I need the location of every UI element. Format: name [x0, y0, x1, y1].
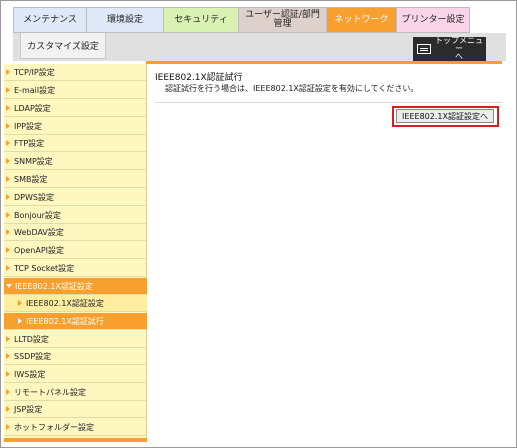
sidebar-item-ftp[interactable]: FTP設定 [4, 135, 147, 152]
sidebar-item-label: ホットフォルダー設定 [14, 422, 94, 432]
sidebar-item-ipp[interactable]: IPP設定 [4, 118, 147, 135]
tab-user-auth[interactable]: ユーザー認証/部門 管理 [238, 7, 326, 33]
arrow-icon [6, 123, 10, 129]
arrow-icon [6, 140, 10, 146]
sidebar-item-remote-panel[interactable]: リモートパネル設定 [4, 384, 147, 401]
sidebar-item-label: LDAP設定 [14, 103, 51, 113]
tab-label: ユーザー認証/部門 管理 [245, 10, 320, 29]
sidebar-item-jsp[interactable]: JSP設定 [4, 401, 147, 418]
sidebar-subitem-ieee8021x-test[interactable]: IEEE802.1X認証試行 [4, 313, 147, 330]
sidebar-item-label: OpenAPI設定 [14, 245, 65, 255]
sidebar-item-snmp[interactable]: SNMP設定 [4, 153, 147, 170]
tab-customize[interactable]: カスタマイズ設定 [20, 33, 106, 59]
arrow-icon [18, 318, 22, 324]
sidebar-item-label: Bonjour設定 [14, 210, 61, 220]
tab-label: ネットワーク [334, 14, 389, 25]
sidebar-item-openapi[interactable]: OpenAPI設定 [4, 242, 147, 259]
arrow-icon [6, 247, 10, 253]
arrow-icon [6, 389, 10, 395]
page-title: IEEE802.1X認証試行 [155, 73, 243, 83]
main-tab-bar: メンテナンス 環境設定 セキュリティ ユーザー認証/部門 管理 ネットワーク プ… [13, 7, 470, 33]
tab-label: カスタマイズ設定 [27, 42, 99, 52]
sidebar-item-label: E-mail設定 [14, 85, 56, 95]
sidebar-item-tcpip[interactable]: TCP/IP設定 [4, 64, 147, 81]
arrow-icon [6, 229, 10, 235]
goto-ieee8021x-settings-button[interactable]: IEEE802.1X認証設定へ [396, 109, 494, 123]
arrow-icon [6, 105, 10, 111]
arrow-down-icon [6, 284, 12, 288]
page-description: 認証試行を行う場合は、IEEE802.1X認証設定を有効にしてください。 [165, 84, 419, 93]
accent-divider [146, 61, 502, 64]
sidebar-item-label: WebDAV設定 [14, 227, 64, 237]
sidebar-item-label: TCP/IP設定 [14, 67, 55, 77]
sidebar-item-ieee8021x[interactable]: IEEE802.1X認証設定 [4, 278, 147, 295]
sidebar-item-iws[interactable]: IWS設定 [4, 366, 147, 383]
arrow-icon [6, 336, 10, 342]
arrow-icon [6, 69, 10, 75]
tab-label: プリンター設定 [401, 14, 465, 25]
sidebar-item-label: IPP設定 [14, 121, 43, 131]
sidebar-item-smb[interactable]: SMB設定 [4, 171, 147, 188]
sidebar-subitem-ieee8021x-settings[interactable]: IEEE802.1X認証設定 [4, 295, 147, 312]
sidebar-item-email[interactable]: E-mail設定 [4, 82, 147, 99]
sidebar-item-label: TCP Socket設定 [14, 263, 75, 273]
tab-maintenance[interactable]: メンテナンス [13, 7, 86, 33]
sidebar: TCP/IP設定 E-mail設定 LDAP設定 IPP設定 FTP設定 SNM… [4, 64, 147, 442]
sidebar-item-lltd[interactable]: LLTD設定 [4, 331, 147, 348]
arrow-icon [6, 176, 10, 182]
sidebar-item-label: SNMP設定 [14, 156, 53, 166]
tab-label: セキュリティ [174, 14, 228, 25]
menu-icon [417, 44, 431, 54]
sidebar-item-webdav[interactable]: WebDAV設定 [4, 224, 147, 241]
arrow-icon [6, 158, 10, 164]
arrow-icon [6, 212, 10, 218]
sidebar-item-label: LLTD設定 [14, 334, 49, 344]
top-menu-label: トップメニュー へ [435, 36, 483, 61]
content-divider [155, 102, 502, 103]
arrow-icon [6, 406, 10, 412]
arrow-icon [6, 87, 10, 93]
sidebar-item-bonjour[interactable]: Bonjour設定 [4, 207, 147, 224]
sidebar-item-label: IEEE802.1X認証設定 [15, 281, 93, 291]
sidebar-item-dpws[interactable]: DPWS設定 [4, 189, 147, 206]
sidebar-item-label: リモートパネル設定 [14, 387, 86, 397]
tab-label: メンテナンス [23, 14, 77, 25]
sidebar-bottom-bar [4, 438, 147, 442]
sidebar-item-tcp-socket[interactable]: TCP Socket設定 [4, 260, 147, 277]
arrow-icon [6, 424, 10, 430]
tab-label: 環境設定 [106, 14, 143, 25]
tab-printer[interactable]: プリンター設定 [396, 7, 470, 33]
sidebar-item-label: IWS設定 [14, 369, 46, 379]
sidebar-item-label: SSDP設定 [14, 351, 52, 361]
sidebar-item-label: JSP設定 [14, 404, 43, 414]
sidebar-item-label: IEEE802.1X認証設定 [26, 298, 104, 308]
sidebar-item-ssdp[interactable]: SSDP設定 [4, 348, 147, 365]
tab-security[interactable]: セキュリティ [163, 7, 238, 33]
arrow-icon [18, 300, 22, 306]
arrow-icon [6, 265, 10, 271]
tab-network[interactable]: ネットワーク [326, 7, 396, 33]
arrow-icon [6, 353, 10, 359]
sidebar-item-label: IEEE802.1X認証試行 [26, 316, 104, 326]
top-menu-button[interactable]: トップメニュー へ [413, 37, 486, 61]
arrow-icon [6, 371, 10, 377]
tab-environment[interactable]: 環境設定 [86, 7, 163, 33]
sidebar-item-label: FTP設定 [14, 138, 45, 148]
sidebar-item-label: SMB設定 [14, 174, 48, 184]
sidebar-item-ldap[interactable]: LDAP設定 [4, 100, 147, 117]
sidebar-item-label: DPWS設定 [14, 192, 54, 202]
sidebar-item-hot-folder[interactable]: ホットフォルダー設定 [4, 419, 147, 436]
arrow-icon [6, 194, 10, 200]
